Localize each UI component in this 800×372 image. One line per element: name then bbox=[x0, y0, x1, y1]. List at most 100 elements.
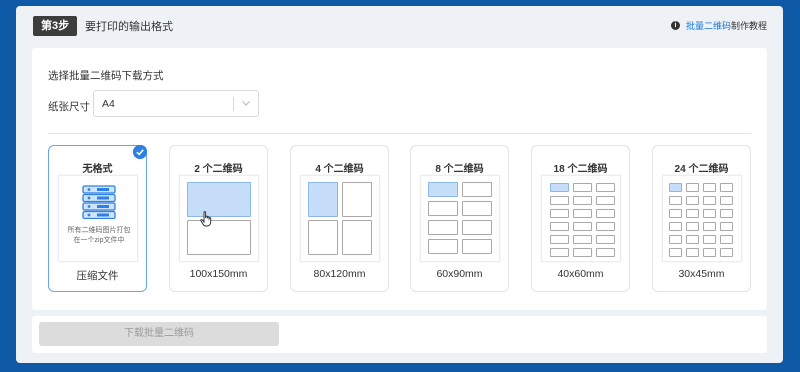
format-name: 24 个二维码 bbox=[674, 164, 729, 175]
select-separator bbox=[233, 97, 234, 111]
format-name: 18 个二维码 bbox=[553, 164, 608, 175]
action-bar: 下载批量二维码 bbox=[32, 316, 767, 353]
preview-cell bbox=[573, 209, 592, 218]
preview-cell bbox=[342, 182, 372, 217]
preview-cell bbox=[428, 239, 458, 254]
help-suffix[interactable]: 制作教程 bbox=[731, 19, 767, 32]
download-button[interactable]: 下载批量二维码 bbox=[39, 322, 279, 346]
step-container: 第3步 要打印的输出格式 i 批量二维码 制作教程 选择批量二维码下载方式 纸张… bbox=[16, 6, 783, 363]
preview-cell bbox=[686, 196, 699, 205]
help-link[interactable]: 批量二维码 bbox=[686, 19, 731, 32]
preview-cell bbox=[550, 248, 569, 257]
preview-cell bbox=[596, 196, 615, 205]
step-header: 第3步 要打印的输出格式 i 批量二维码 制作教程 bbox=[16, 6, 783, 44]
preview-cell bbox=[462, 220, 492, 235]
zip-archive-icon bbox=[82, 185, 116, 219]
preview-cell bbox=[669, 235, 682, 244]
preview-cell bbox=[573, 235, 592, 244]
preview-cell bbox=[596, 248, 615, 257]
preview-cell bbox=[686, 209, 699, 218]
preview-cell bbox=[720, 235, 733, 244]
format-card-8[interactable]: 8 个二维码 60x90mm bbox=[410, 145, 509, 292]
preview-cell bbox=[187, 220, 251, 255]
format-card-4[interactable]: 4 个二维码 80x120mm bbox=[290, 145, 389, 292]
paper-size-value: A4 bbox=[102, 98, 115, 110]
format-size: 30x45mm bbox=[678, 268, 725, 280]
preview-cell bbox=[573, 222, 592, 231]
preview-cell bbox=[462, 182, 492, 197]
preview-cell bbox=[703, 248, 716, 257]
format-card-18[interactable]: 18 个二维码 40x60mm bbox=[531, 145, 630, 292]
preview-cell bbox=[669, 209, 682, 218]
preview-cell bbox=[550, 209, 569, 218]
preview-cell bbox=[342, 220, 372, 255]
format-preview bbox=[662, 175, 742, 262]
preview-cell bbox=[703, 183, 716, 192]
section-title: 选择批量二维码下载方式 bbox=[48, 70, 164, 82]
preview-cell bbox=[428, 220, 458, 235]
format-name: 8 个二维码 bbox=[435, 164, 484, 175]
format-preview bbox=[300, 175, 380, 262]
preview-cell bbox=[573, 196, 592, 205]
format-name: 2 个二维码 bbox=[194, 164, 243, 175]
paper-size-label: 纸张尺寸 bbox=[48, 101, 90, 113]
preview-cell bbox=[669, 222, 682, 231]
format-preview: 所有二维码图片打包在一个zip文件中 bbox=[58, 175, 138, 262]
preview-cell bbox=[720, 248, 733, 257]
preview-cell bbox=[720, 183, 733, 192]
preview-cell bbox=[720, 196, 733, 205]
preview-cell bbox=[550, 183, 569, 192]
chevron-down-icon[interactable] bbox=[241, 98, 251, 108]
preview-cell bbox=[720, 209, 733, 218]
preview-cell bbox=[462, 201, 492, 216]
format-card-2[interactable]: 2 个二维码 100x150mm bbox=[169, 145, 268, 292]
format-preview bbox=[179, 175, 259, 262]
preview-cell bbox=[462, 239, 492, 254]
format-size: 80x120mm bbox=[313, 268, 366, 280]
format-card-24[interactable]: 24 个二维码 30x45mm bbox=[652, 145, 751, 292]
zip-description: 所有二维码图片打包在一个zip文件中 bbox=[67, 227, 131, 244]
preview-cell bbox=[428, 201, 458, 216]
format-size: 压缩文件 bbox=[76, 270, 119, 282]
preview-cell bbox=[596, 209, 615, 218]
preview-cell bbox=[573, 248, 592, 257]
preview-cell bbox=[187, 182, 251, 217]
preview-cell bbox=[686, 235, 699, 244]
format-preview bbox=[420, 175, 500, 262]
paper-size-select[interactable]: A4 bbox=[93, 90, 259, 117]
preview-cell bbox=[703, 235, 716, 244]
preview-cell bbox=[596, 222, 615, 231]
preview-cell bbox=[686, 183, 699, 192]
preview-cell bbox=[669, 248, 682, 257]
preview-cell bbox=[669, 183, 682, 192]
preview-cell bbox=[686, 222, 699, 231]
format-name: 4 个二维码 bbox=[315, 164, 364, 175]
step-title: 要打印的输出格式 bbox=[85, 21, 173, 33]
preview-cell bbox=[720, 222, 733, 231]
preview-cell bbox=[550, 222, 569, 231]
preview-cell bbox=[596, 183, 615, 192]
divider bbox=[48, 133, 751, 134]
format-preview bbox=[541, 175, 621, 262]
preview-cell bbox=[550, 235, 569, 244]
check-icon bbox=[133, 145, 147, 159]
preview-cell bbox=[669, 196, 682, 205]
format-panel: 选择批量二维码下载方式 纸张尺寸 A4 无格式 所有二维码图片打包在一个zip文… bbox=[32, 48, 767, 310]
step-badge: 第3步 bbox=[33, 16, 78, 36]
format-card-zip[interactable]: 无格式 所有二维码图片打包在一个zip文件中 压缩文件 bbox=[48, 145, 147, 292]
preview-cell bbox=[550, 196, 569, 205]
preview-cell bbox=[428, 182, 458, 197]
preview-cell bbox=[596, 235, 615, 244]
info-icon: i bbox=[670, 21, 680, 30]
hand-cursor-icon bbox=[200, 211, 212, 227]
preview-cell bbox=[703, 196, 716, 205]
preview-cell bbox=[703, 209, 716, 218]
preview-cell bbox=[573, 183, 592, 192]
format-size: 60x90mm bbox=[436, 268, 483, 280]
format-name: 无格式 bbox=[82, 164, 113, 175]
preview-cell bbox=[308, 182, 338, 217]
preview-cell bbox=[703, 222, 716, 231]
format-size: 40x60mm bbox=[557, 268, 604, 280]
format-size: 100x150mm bbox=[189, 268, 248, 280]
help-tutorial[interactable]: i 批量二维码 制作教程 bbox=[670, 19, 767, 32]
